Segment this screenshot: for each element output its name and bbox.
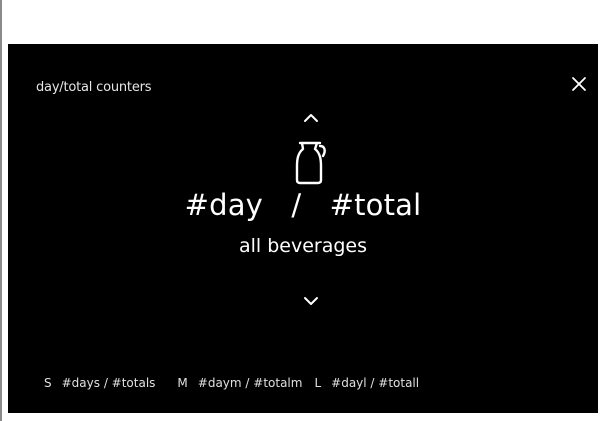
size-large-label: L (314, 376, 322, 390)
close-button[interactable] (567, 72, 591, 96)
chevron-down-icon (304, 297, 318, 305)
day-count: #day (184, 188, 264, 222)
size-large-counter: #dayl / #totall (331, 376, 420, 390)
size-small-counter: #days / #totals (61, 376, 156, 390)
page-title: day/total counters (36, 80, 152, 95)
total-count: #total (329, 188, 422, 222)
left-edge-divider (0, 0, 2, 421)
size-medium-label: M (177, 376, 188, 390)
close-icon (572, 77, 586, 91)
size-medium-counter: #daym / #totalm (197, 376, 303, 390)
day-total-counters-panel: day/total counters #day / #total all bev… (8, 44, 598, 413)
chevron-up-icon (304, 114, 318, 122)
size-small-label: S (44, 376, 52, 390)
day-total-counter: #day / #total (8, 188, 598, 222)
counter-separator: / (291, 188, 302, 222)
beverage-label: all beverages (238, 235, 368, 257)
next-beverage-button[interactable] (296, 291, 326, 311)
size-counters: S #days / #totals M #daym / #totalm L #dayl /… (44, 376, 419, 390)
coffee-jug-icon (295, 141, 326, 185)
previous-beverage-button[interactable] (296, 108, 326, 128)
